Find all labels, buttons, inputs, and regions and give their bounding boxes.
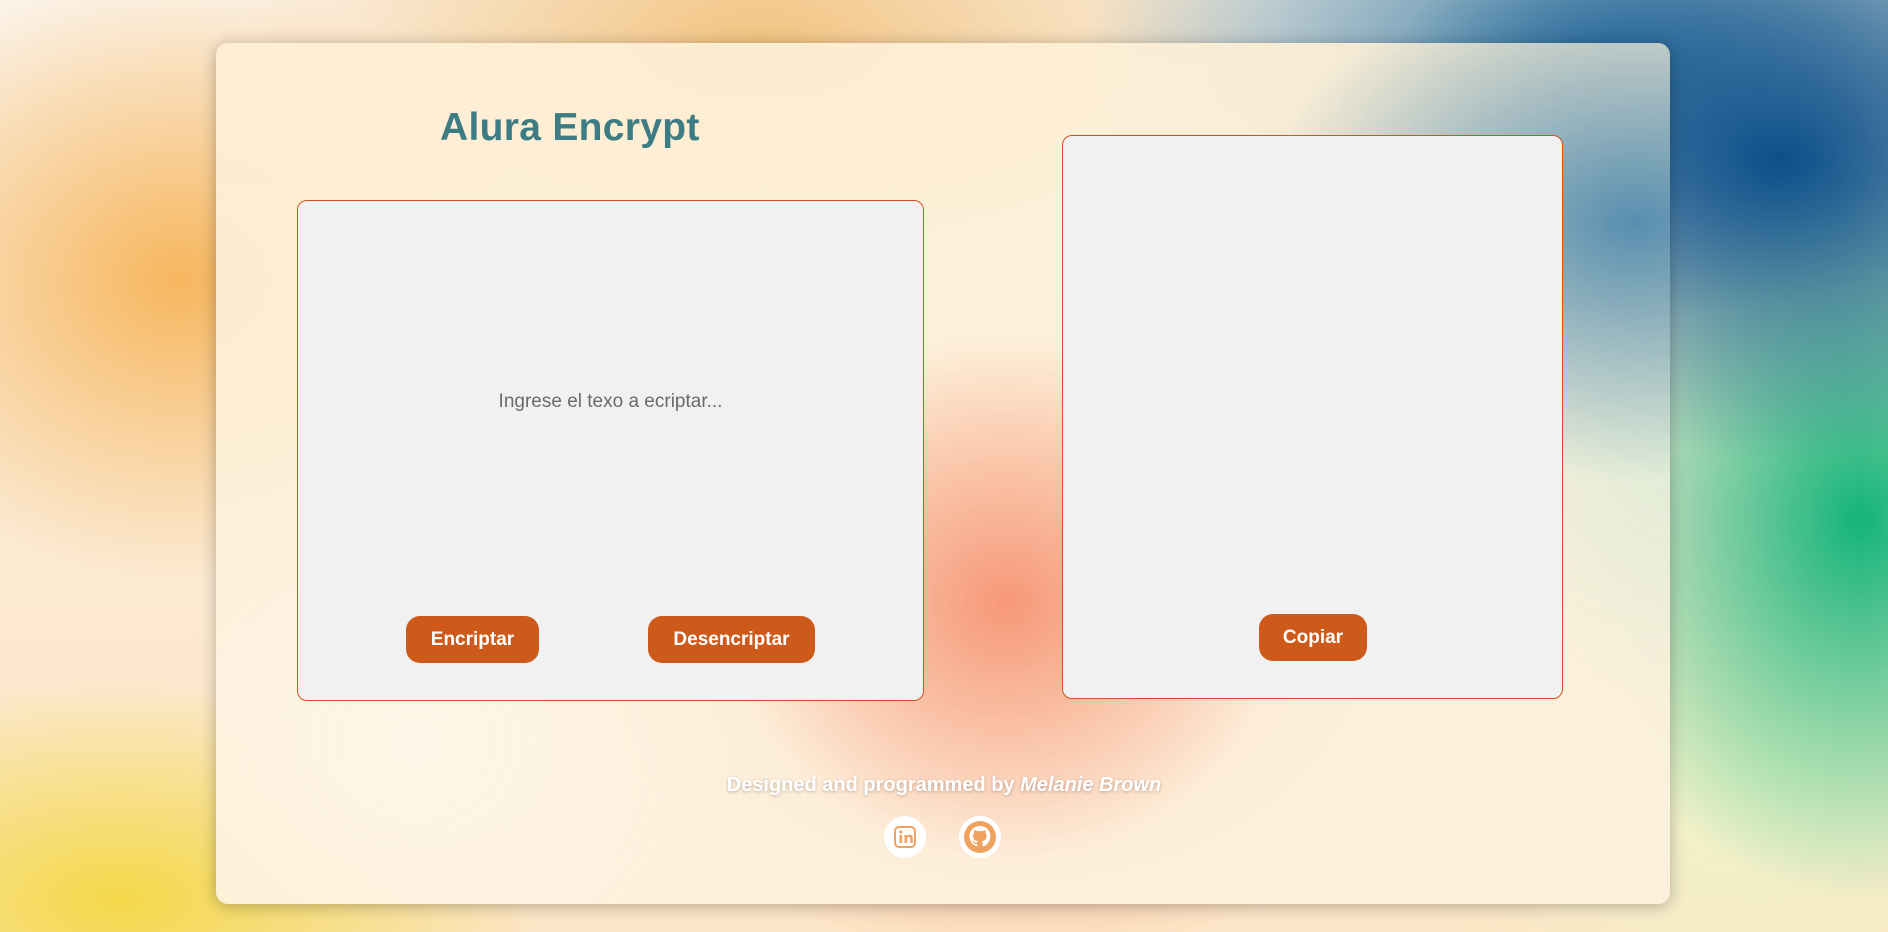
footer-credit: Designed and programmed by Melanie Brown bbox=[600, 774, 1288, 797]
page-title: Alura Encrypt bbox=[440, 106, 700, 149]
copy-button[interactable]: Copiar bbox=[1259, 614, 1367, 661]
github-icon bbox=[963, 820, 997, 854]
encrypt-button[interactable]: Encriptar bbox=[406, 616, 539, 663]
linkedin-link[interactable] bbox=[884, 816, 926, 858]
footer-author: Melanie Brown bbox=[1020, 774, 1162, 796]
decrypt-button[interactable]: Desencriptar bbox=[648, 616, 815, 663]
output-panel: Copiar bbox=[1062, 135, 1563, 699]
text-input[interactable] bbox=[298, 201, 923, 700]
github-link[interactable] bbox=[959, 816, 1001, 858]
footer-prefix: Designed and programmed by bbox=[726, 774, 1015, 796]
encrypt-panel: Encriptar Desencriptar bbox=[297, 200, 924, 701]
linkedin-icon bbox=[892, 824, 918, 850]
